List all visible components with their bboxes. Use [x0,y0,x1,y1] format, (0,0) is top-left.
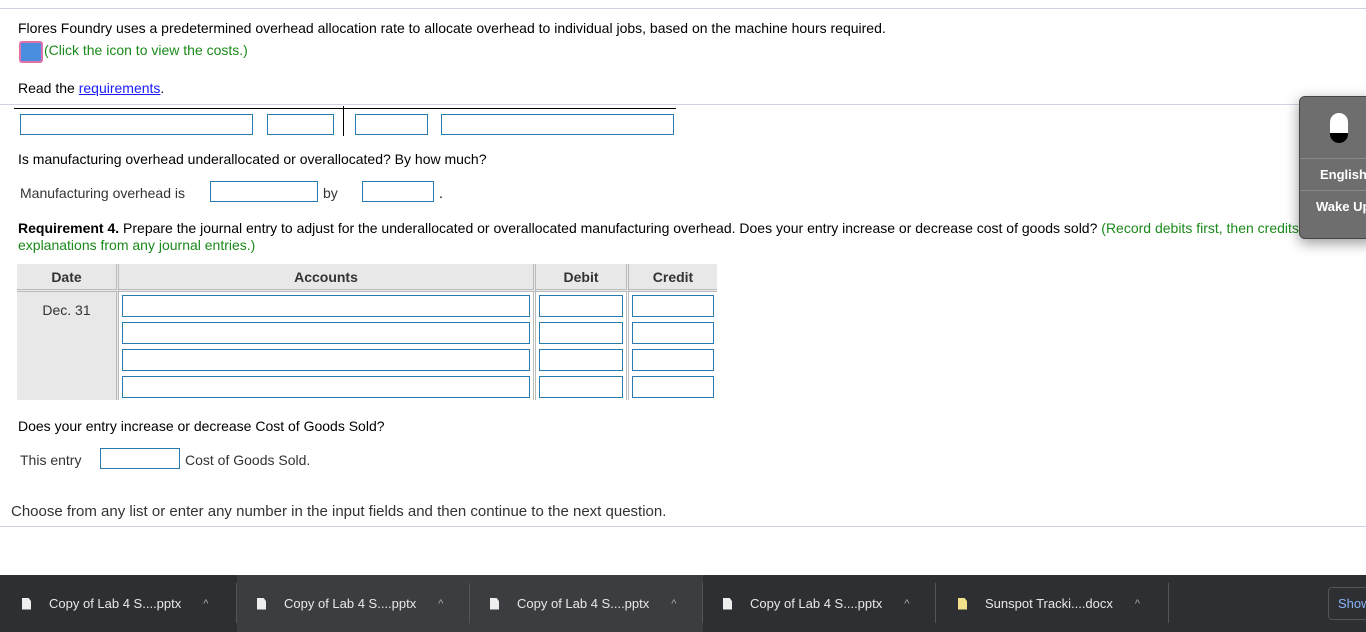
cogs-question: Does your entry increase or decrease Cos… [18,418,385,434]
chevron-up-icon: ^ [203,597,209,610]
language-button[interactable]: English [1300,159,1366,191]
download-item[interactable]: Copy of Lab 4 S....pptx ^ [235,575,443,632]
voice-control-panel: English Wake Up [1299,96,1366,239]
increase-decrease-select[interactable] [100,448,180,469]
table-row: Dec. 31 [17,292,717,400]
account-input[interactable] [122,375,530,398]
account-input[interactable] [122,348,530,371]
calc-input-2[interactable] [267,114,334,135]
table-row [17,346,717,373]
amount-input[interactable] [362,181,434,202]
file-icon [257,597,266,610]
debit-input[interactable] [539,294,623,317]
credit-input[interactable] [632,348,714,371]
download-item[interactable]: Copy of Lab 4 S....pptx ^ [0,575,208,632]
chevron-up-icon: ^ [671,597,677,610]
intro-text: Flores Foundry uses a predetermined over… [18,20,886,36]
header-debit: Debit [536,264,629,292]
mfg-label: Manufacturing overhead is [20,185,185,201]
credit-input[interactable] [632,375,714,398]
chevron-up-icon: ^ [904,597,910,610]
question: Is manufacturing overhead underallocated… [18,151,487,167]
journal-table: Date Accounts Debit Credit Dec. 31 [17,264,717,400]
account-input[interactable] [122,321,530,344]
download-item[interactable]: Copy of Lab 4 S....pptx ^ [701,575,909,632]
date-cell: Dec. 31 [17,292,119,400]
debit-input[interactable] [539,375,623,398]
download-item[interactable]: Copy of Lab 4 S....pptx ^ [468,575,676,632]
table-row [17,373,717,400]
debit-input[interactable] [539,348,623,371]
account-input[interactable] [122,294,530,317]
header-date: Date [17,264,119,292]
calc-input-3[interactable] [355,114,428,135]
section-divider [0,104,1300,105]
requirements-link[interactable]: requirements [79,80,161,96]
icon-note: (Click the icon to view the costs.) [44,42,248,58]
header-accounts: Accounts [119,264,536,292]
allocation-select[interactable] [210,181,318,202]
microphone-icon[interactable] [1300,97,1366,159]
table-rule [14,108,676,109]
calc-input-4[interactable] [441,114,674,135]
wake-up-button[interactable]: Wake Up [1300,191,1366,223]
read-requirements: Read the requirements. [18,80,165,96]
table-grid-icon[interactable] [19,41,43,63]
download-bar: Copy of Lab 4 S....pptx ^ Copy of Lab 4 S… [0,575,1366,632]
period: . [439,185,443,201]
credit-input[interactable] [632,294,714,317]
download-item[interactable]: Sunspot Tracki....docx ^ [936,575,1140,632]
chevron-up-icon: ^ [1134,597,1141,610]
file-icon [22,597,31,610]
cogs-suffix: Cost of Goods Sold. [185,452,311,468]
chevron-up-icon: ^ [438,597,444,610]
file-icon [958,597,967,610]
footer-divider [0,526,1366,527]
table-vrule [343,106,344,136]
header-credit: Credit [629,264,717,292]
file-icon [723,597,732,610]
debit-input[interactable] [539,321,623,344]
by-label: by [323,185,338,201]
credit-input[interactable] [632,321,714,344]
file-icon [490,597,499,610]
show-all-button[interactable]: Show all [1328,587,1366,620]
table-row [17,319,717,346]
footer-instruction: Choose from any list or enter any number… [11,503,667,520]
top-divider [0,8,1366,9]
requirement-4: Requirement 4. Prepare the journal entry… [18,220,1357,253]
entry-label: This entry [20,452,82,468]
calc-input-1[interactable] [20,114,253,135]
